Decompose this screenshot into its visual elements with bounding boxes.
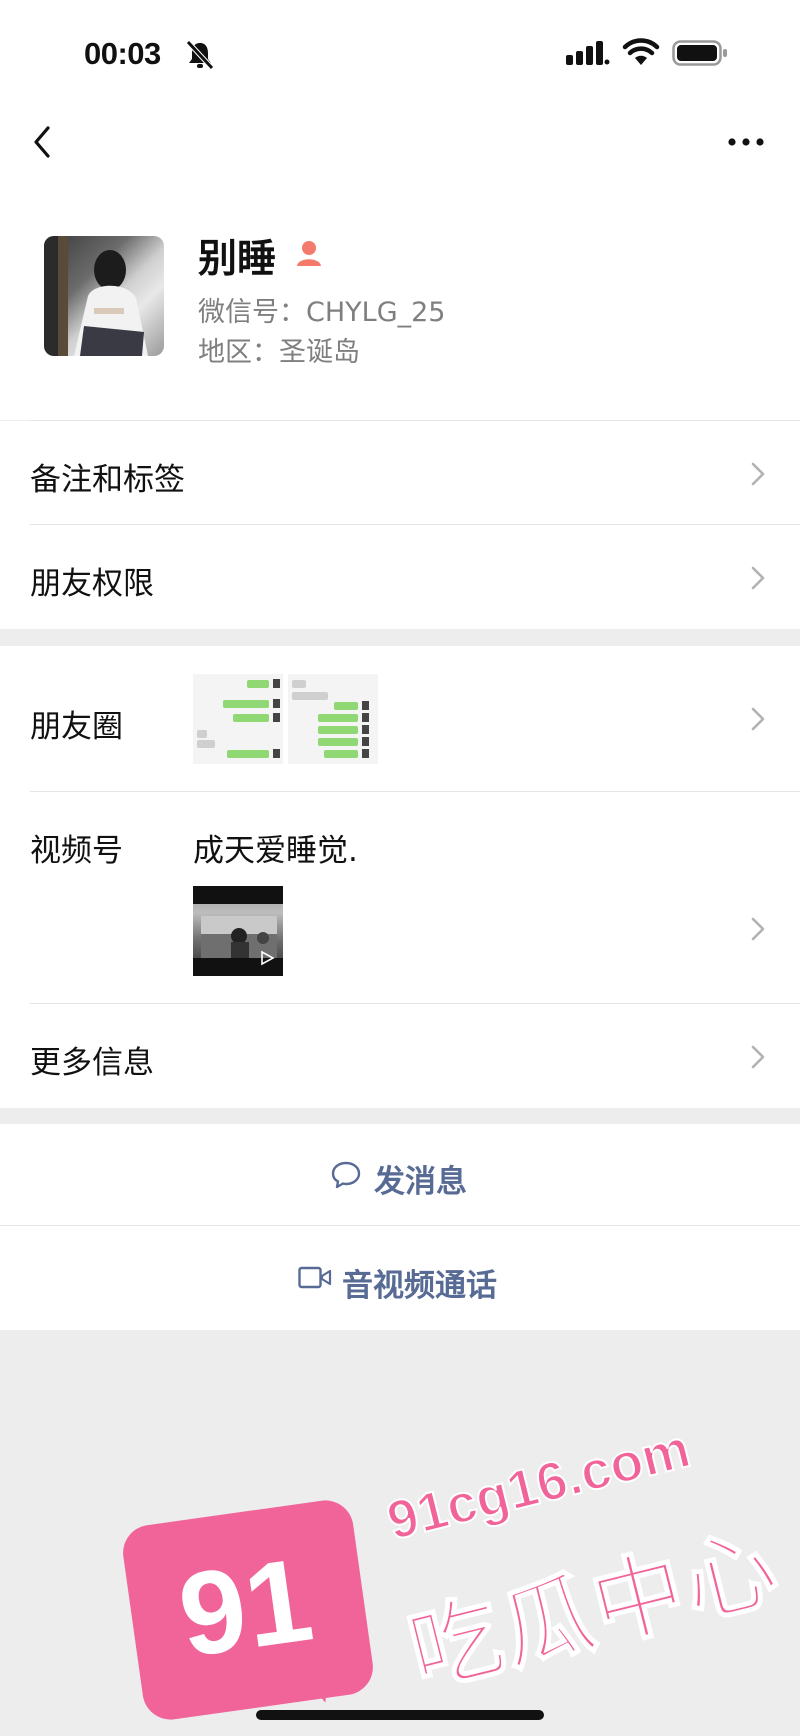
watermark-number: 91 [171,1533,320,1683]
channels-video-thumbnail [193,886,283,976]
gender-female-icon [297,241,321,266]
nav-bar [0,100,800,180]
row-friend-permissions[interactable]: 朋友权限 [0,525,800,629]
video-camera-icon [298,1266,332,1289]
row-remarks-tags[interactable]: 备注和标签 [0,421,800,525]
profile-header: 别睡 微信号：CHYLG_25 地区：圣诞岛 [0,180,800,421]
row-label: 更多信息 [30,1045,154,1081]
wechat-id: 微信号：CHYLG_25 [198,297,446,328]
row-label: 视频号 [30,833,123,869]
chevron-right-icon [751,462,765,486]
status-time: 00:03 [84,36,161,71]
play-icon [261,950,275,966]
row-channels[interactable]: 视频号 成天爱睡觉. [0,792,800,1004]
row-label: 备注和标签 [30,462,185,498]
av-call-button[interactable]: 音视频通话 [0,1226,800,1330]
av-call-label: 音视频通话 [342,1268,497,1304]
send-message-button[interactable]: 发消息 [0,1124,800,1226]
row-moments[interactable]: 朋友圈 [0,646,800,792]
profile-name: 别睡 [198,237,277,282]
battery-icon [672,40,727,66]
send-message-label: 发消息 [374,1164,467,1200]
chevron-right-icon [751,1045,765,1069]
avatar[interactable] [44,236,164,356]
moments-thumbnail [288,674,378,764]
moments-thumbnail [193,674,283,764]
row-more-info[interactable]: 更多信息 [0,1004,800,1108]
home-indicator[interactable] [256,1710,544,1720]
bell-off-icon [186,40,214,70]
row-label: 朋友权限 [30,566,154,602]
row-label: 朋友圈 [30,709,123,745]
more-icon[interactable] [726,136,766,148]
chat-bubble-icon [331,1161,361,1189]
back-icon[interactable] [26,122,60,162]
wifi-icon [622,38,660,65]
chevron-right-icon [751,566,765,590]
region: 地区：圣诞岛 [198,337,360,368]
chevron-right-icon [751,917,765,941]
channels-description: 成天爱睡觉. [193,833,358,869]
status-bar: 00:03 [0,0,800,100]
chevron-right-icon [751,707,765,731]
signal-icon [566,41,610,65]
